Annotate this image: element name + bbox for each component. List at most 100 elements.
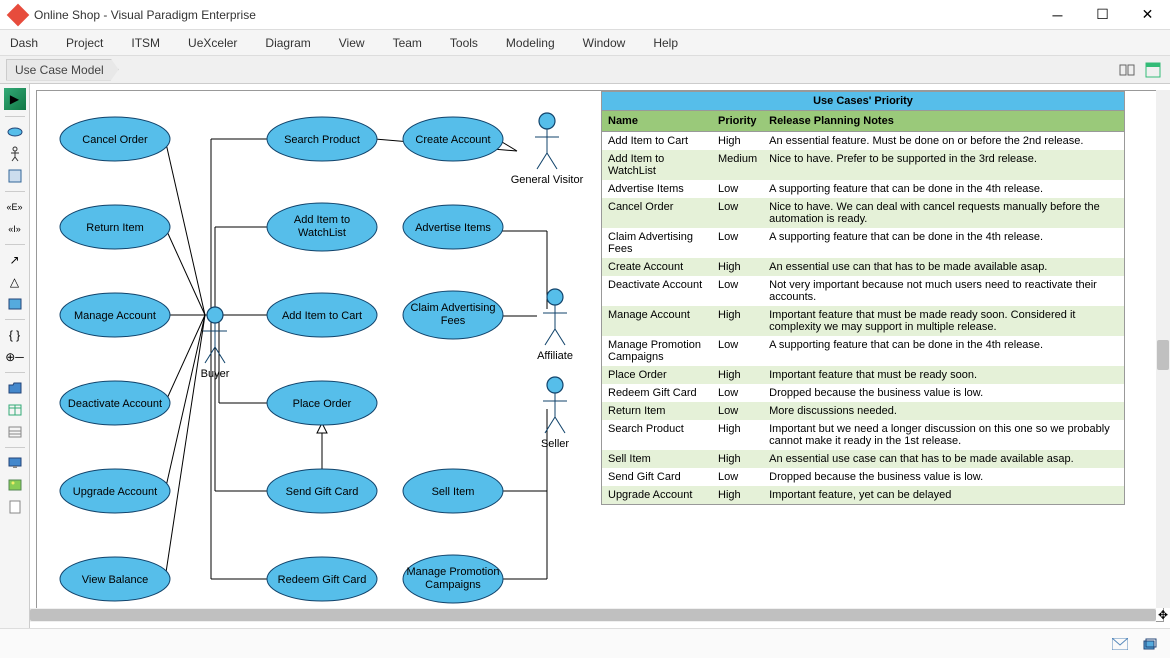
svg-text:WatchList: WatchList <box>298 227 346 239</box>
brace-tool-icon[interactable]: { } <box>4 326 26 344</box>
menu-itsm[interactable]: ITSM <box>131 36 160 50</box>
table-row[interactable]: Search ProductHighImportant but we need … <box>602 420 1124 450</box>
maximize-button[interactable]: ☐ <box>1080 0 1125 30</box>
svg-text:Manage Account: Manage Account <box>74 310 156 322</box>
note2-tool-icon[interactable] <box>4 295 26 313</box>
uc-add-item-watchlist[interactable]: Add Item toWatchList <box>267 203 377 251</box>
window-title: Online Shop - Visual Paradigm Enterprise <box>34 8 1035 22</box>
svg-text:Redeem Gift Card: Redeem Gift Card <box>278 574 367 586</box>
cell-priority: Low <box>712 276 763 306</box>
vertical-scrollbar[interactable] <box>1156 90 1170 608</box>
menu-uexceler[interactable]: UeXceler <box>188 36 237 50</box>
uc-sell-item[interactable]: Sell Item <box>403 469 503 513</box>
cell-priority: Low <box>712 336 763 366</box>
uc-upgrade-account[interactable]: Upgrade Account <box>60 469 170 513</box>
breadcrumb-item[interactable]: Use Case Model <box>6 59 119 81</box>
table-row[interactable]: Claim Advertising FeesLowA supporting fe… <box>602 228 1124 258</box>
table-row[interactable]: Advertise ItemsLowA supporting feature t… <box>602 180 1124 198</box>
panel-icon[interactable] <box>1144 60 1164 80</box>
th-name[interactable]: Name <box>602 111 712 132</box>
table-row[interactable]: Place OrderHighImportant feature that mu… <box>602 366 1124 384</box>
screen-tool-icon[interactable] <box>4 454 26 472</box>
grid-tool-icon[interactable] <box>4 401 26 419</box>
close-button[interactable]: ✕ <box>1125 0 1170 30</box>
uc-manage-promotion[interactable]: Manage PromotionCampaigns <box>403 555 503 603</box>
layout-icon[interactable] <box>1118 60 1138 80</box>
cell-priority: Low <box>712 384 763 402</box>
note-tool-icon[interactable] <box>4 167 26 185</box>
table-row[interactable]: Add Item to CartHighAn essential feature… <box>602 132 1124 151</box>
mail-icon[interactable] <box>1110 634 1130 654</box>
page-tool-icon[interactable] <box>4 498 26 516</box>
include-tool-icon[interactable]: «I» <box>4 220 26 238</box>
table-tool-icon[interactable] <box>4 423 26 441</box>
minimize-button[interactable]: ─ <box>1035 0 1080 30</box>
menu-modeling[interactable]: Modeling <box>506 36 555 50</box>
cell-name: Add Item to WatchList <box>602 150 712 180</box>
table-row[interactable]: Manage Promotion CampaignsLowA supportin… <box>602 336 1124 366</box>
uc-claim-advertising-fees[interactable]: Claim AdvertisingFees <box>403 291 503 339</box>
cell-name: Sell Item <box>602 450 712 468</box>
move-handle-icon[interactable]: ✥ <box>1156 608 1170 622</box>
folder-tool-icon[interactable] <box>4 379 26 397</box>
horizontal-scrollbar[interactable] <box>30 608 1156 622</box>
table-row[interactable]: Cancel OrderLowNice to have. We can deal… <box>602 198 1124 228</box>
menu-help[interactable]: Help <box>653 36 678 50</box>
cell-name: Manage Account <box>602 306 712 336</box>
svg-text:Add Item to: Add Item to <box>294 214 350 226</box>
diagram-canvas[interactable]: Cancel Order Return Item Manage Account … <box>36 90 1164 622</box>
cell-priority: Low <box>712 198 763 228</box>
table-row[interactable]: Sell ItemHighAn essential use case can t… <box>602 450 1124 468</box>
cell-notes: An essential use case can that has to be… <box>763 450 1124 468</box>
table-row[interactable]: Return ItemLowMore discussions needed. <box>602 402 1124 420</box>
uc-send-gift-card[interactable]: Send Gift Card <box>267 469 377 513</box>
menu-diagram[interactable]: Diagram <box>265 36 310 50</box>
uc-cancel-order[interactable]: Cancel Order <box>60 117 170 161</box>
uc-redeem-gift-card[interactable]: Redeem Gift Card <box>267 557 377 601</box>
actor-affiliate[interactable]: Affiliate <box>537 289 573 362</box>
actor-seller[interactable]: Seller <box>541 377 569 450</box>
uc-view-balance[interactable]: View Balance <box>60 557 170 601</box>
titlebar: Online Shop - Visual Paradigm Enterprise… <box>0 0 1170 30</box>
actor-tool-icon[interactable] <box>4 145 26 163</box>
uc-deactivate-account[interactable]: Deactivate Account <box>60 381 170 425</box>
table-row[interactable]: Upgrade AccountHighImportant feature, ye… <box>602 486 1124 504</box>
actor-general-visitor[interactable]: General Visitor <box>511 113 584 186</box>
table-row[interactable]: Deactivate AccountLowNot very important … <box>602 276 1124 306</box>
uc-place-order[interactable]: Place Order <box>267 381 377 425</box>
gen-tool-icon[interactable]: △ <box>4 273 26 291</box>
menu-team[interactable]: Team <box>393 36 422 50</box>
table-row[interactable]: Add Item to WatchListMediumNice to have.… <box>602 150 1124 180</box>
menu-window[interactable]: Window <box>583 36 626 50</box>
menu-tools[interactable]: Tools <box>450 36 478 50</box>
assoc-tool-icon[interactable]: ↗ <box>4 251 26 269</box>
port-tool-icon[interactable]: ⊕─ <box>4 348 26 366</box>
svg-text:Claim Advertising: Claim Advertising <box>411 302 496 314</box>
extend-tool-icon[interactable]: «E» <box>4 198 26 216</box>
table-row[interactable]: Redeem Gift CardLowDropped because the b… <box>602 384 1124 402</box>
uc-return-item[interactable]: Return Item <box>60 205 170 249</box>
th-notes[interactable]: Release Planning Notes <box>763 111 1124 132</box>
ellipse-tool-icon[interactable] <box>4 123 26 141</box>
cell-name: Cancel Order <box>602 198 712 228</box>
menu-view[interactable]: View <box>339 36 365 50</box>
table-row[interactable]: Create AccountHighAn essential use can t… <box>602 258 1124 276</box>
th-priority[interactable]: Priority <box>712 111 763 132</box>
uc-manage-account[interactable]: Manage Account <box>60 293 170 337</box>
priority-table[interactable]: Use Cases' Priority Name Priority Releas… <box>601 91 1125 505</box>
image-tool-icon[interactable] <box>4 476 26 494</box>
uc-add-item-cart[interactable]: Add Item to Cart <box>267 293 377 337</box>
cursor-tool-icon[interactable]: ▶ <box>4 88 26 110</box>
table-row[interactable]: Send Gift CardLowDropped because the bus… <box>602 468 1124 486</box>
uc-search-product[interactable]: Search Product <box>267 117 377 161</box>
menu-dash[interactable]: Dash <box>10 36 38 50</box>
menu-project[interactable]: Project <box>66 36 103 50</box>
table-title: Use Cases' Priority <box>602 92 1124 111</box>
table-row[interactable]: Manage AccountHighImportant feature that… <box>602 306 1124 336</box>
cell-priority: Low <box>712 228 763 258</box>
canvas-wrap: Cancel Order Return Item Manage Account … <box>30 84 1170 628</box>
svg-text:Seller: Seller <box>541 438 569 450</box>
layers-icon[interactable] <box>1140 634 1160 654</box>
uc-advertise-items[interactable]: Advertise Items <box>403 205 503 249</box>
uc-create-account[interactable]: Create Account <box>403 117 503 161</box>
